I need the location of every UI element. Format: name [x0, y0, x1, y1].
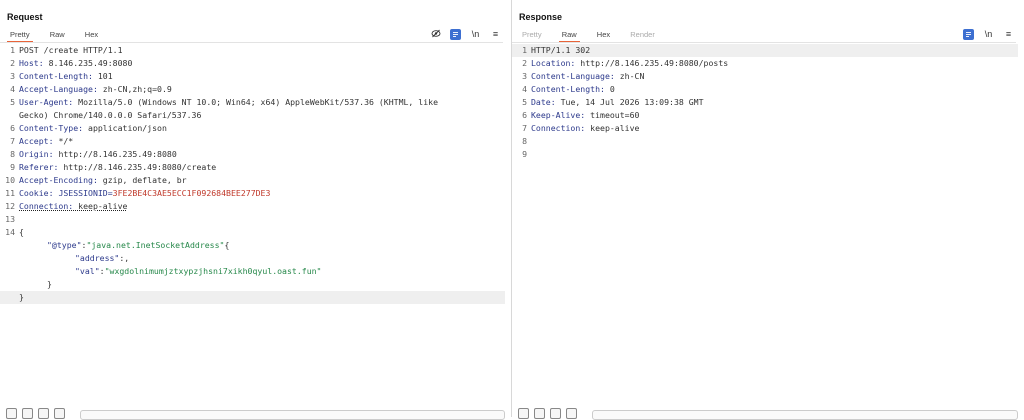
code-line: "@type":"java.net.InetSocketAddress"{ — [47, 240, 230, 250]
response-search-input[interactable] — [592, 410, 1018, 420]
settings-icon[interactable] — [22, 408, 33, 419]
tab-hex[interactable]: Hex — [85, 30, 98, 41]
forward-icon[interactable] — [566, 408, 577, 419]
back-icon[interactable] — [38, 408, 49, 419]
code-line: 2 Host: 8.146.235.49:8080 — [10, 58, 133, 68]
code-line: 5 User-Agent: Mozilla/5.0 (Windows NT 10.… — [10, 97, 439, 107]
code-line: 8 — [522, 136, 527, 146]
code-line: 12 Connection: keep-alive — [5, 201, 128, 211]
menu-icon[interactable]: ≡ — [1003, 29, 1014, 39]
tab-render[interactable]: Render — [630, 30, 655, 41]
code-line: 10 Accept-Encoding: gzip, deflate, br — [5, 175, 187, 185]
code-line: 8 Origin: http://8.146.235.49:8080 — [10, 149, 177, 159]
tab-pretty[interactable]: Pretty — [7, 30, 33, 43]
tab-hex[interactable]: Hex — [597, 30, 610, 41]
help-icon[interactable] — [518, 408, 529, 419]
help-icon[interactable] — [6, 408, 17, 419]
code-line: "val":"wxgdolnimumjztxypzjhsni7xikh0qyul… — [75, 266, 322, 276]
code-line: 3 Content-Length: 101 — [10, 71, 113, 81]
code-line: 2 Location: http://8.146.235.49:8080/post… — [522, 58, 729, 68]
code-line-current: 1 HTTP/1.1 302 — [512, 44, 1018, 57]
settings-icon[interactable] — [534, 408, 545, 419]
code-line: 9 — [522, 149, 527, 159]
forward-icon[interactable] — [54, 408, 65, 419]
request-tab-divider — [0, 42, 503, 43]
code-line: 3 Content-Language: zh-CN — [522, 71, 645, 81]
code-line: 4 Content-Length: 0 — [522, 84, 615, 94]
newline-icon[interactable]: \n — [470, 29, 481, 39]
code-line: 7 Accept: */* — [10, 136, 74, 146]
response-editor[interactable]: 1 HTTP/1.1 302 2 Location: http://8.146.23… — [512, 44, 1018, 161]
eye-off-icon[interactable] — [430, 29, 441, 40]
tab-pretty[interactable]: Pretty — [522, 30, 542, 41]
back-icon[interactable] — [550, 408, 561, 419]
code-line: 1 POST /create HTTP/1.1 — [10, 45, 123, 55]
code-line: 4 Accept-Language: zh-CN,zh;q=0.9 — [10, 84, 172, 94]
request-search-input[interactable] — [80, 410, 505, 420]
tab-raw[interactable]: Raw — [50, 30, 65, 41]
newline-icon[interactable]: \n — [983, 29, 994, 39]
code-line: 9 Referer: http://8.146.235.49:8080/creat… — [10, 162, 217, 172]
code-line: } — [47, 279, 52, 289]
request-toolbar: \n ≡ — [430, 28, 501, 40]
code-line: "address":, — [75, 253, 130, 263]
pretty-print-icon[interactable] — [963, 28, 974, 40]
code-line: 13 — [5, 214, 15, 224]
request-title: Request — [7, 12, 43, 22]
request-tabs: Pretty Raw Hex — [7, 30, 116, 43]
response-pane: Response Pretty Raw Hex Render \n ≡ 1 HTT… — [512, 0, 1024, 420]
response-toolbar: \n ≡ — [963, 28, 1014, 40]
menu-icon[interactable]: ≡ — [490, 29, 501, 39]
request-bottom-bar — [0, 408, 511, 420]
code-line: 11 Cookie: JSESSIONID=3FE2BE4C3AE5ECC1F09… — [5, 188, 271, 198]
code-line: 5 Date: Tue, 14 Jul 2026 13:09:38 GMT — [522, 97, 704, 107]
request-editor[interactable]: 1 POST /create HTTP/1.1 2 Host: 8.146.235.… — [0, 44, 505, 304]
response-title: Response — [519, 12, 563, 22]
tab-raw[interactable]: Raw — [558, 30, 580, 43]
request-pane: Request Pretty Raw Hex \n ≡ 1 POST /creat… — [0, 0, 512, 420]
response-tabs: Pretty Raw Hex Render — [522, 30, 673, 43]
code-line: 7 Connection: keep-alive — [522, 123, 640, 133]
code-line-current: } — [0, 291, 505, 304]
code-line: Gecko) Chrome/140.0.0.0 Safari/537.36 — [19, 110, 202, 120]
code-line: 6 Keep-Alive: timeout=60 — [522, 110, 640, 120]
code-line: 6 Content-Type: application/json — [10, 123, 167, 133]
response-bottom-bar — [512, 408, 1024, 420]
code-line: 14{ — [5, 227, 24, 237]
response-tab-divider — [512, 42, 1016, 43]
pretty-print-icon[interactable] — [450, 28, 461, 40]
